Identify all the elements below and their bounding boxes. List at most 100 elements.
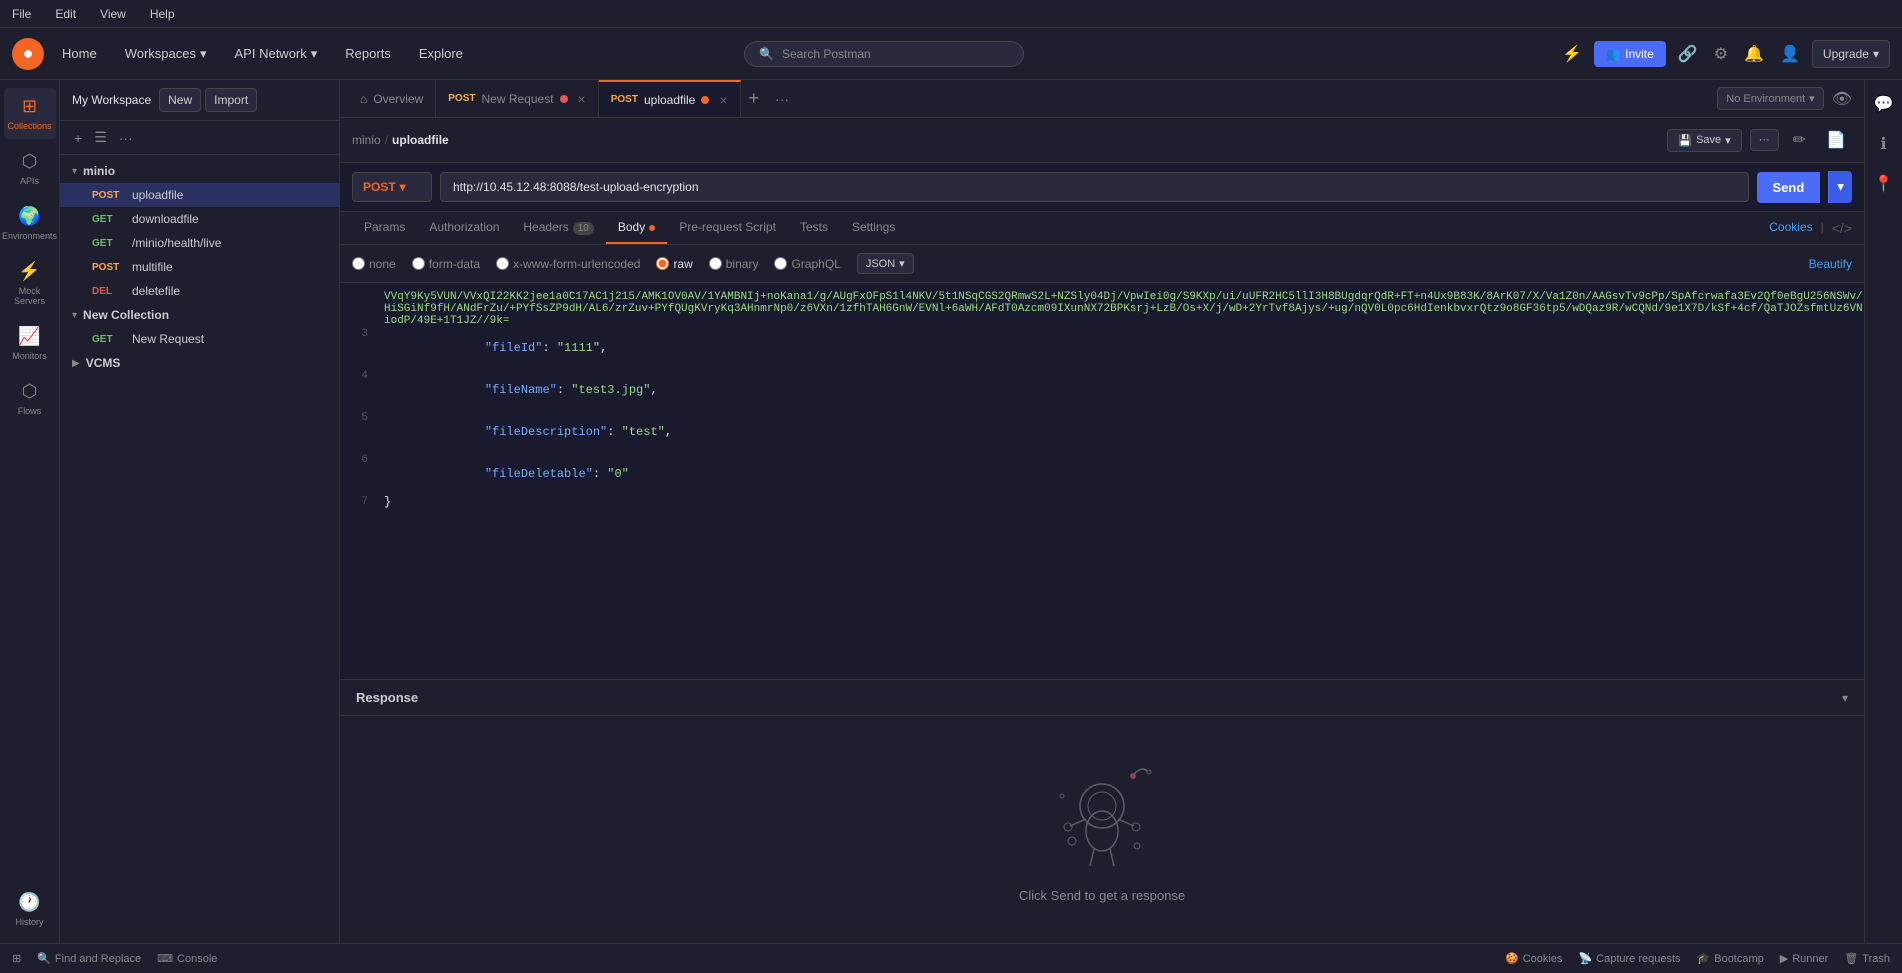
sidebar-item-collections[interactable]: ⊞ Collections [4, 88, 56, 139]
invite-button[interactable]: 👥 Invite [1594, 41, 1666, 67]
add-collection-button[interactable]: + [72, 128, 84, 148]
sort-button[interactable]: ☰ [92, 127, 109, 148]
option-urlencoded[interactable]: x-www-form-urlencoded [496, 257, 640, 271]
tab-tests[interactable]: Tests [788, 212, 840, 244]
main-content: ⌂ Overview POST New Request × POST uploa… [340, 80, 1864, 943]
bootcamp-button[interactable]: 🎓 Bootcamp [1697, 952, 1764, 965]
collection-name: minio [83, 164, 115, 178]
method-selector[interactable]: POST ▾ [352, 172, 432, 202]
more-options-button[interactable]: ··· [117, 128, 135, 148]
console-button[interactable]: ⌨ Console [157, 952, 217, 965]
option-form-data[interactable]: form-data [412, 257, 480, 271]
option-raw[interactable]: raw [656, 257, 692, 271]
line-number: 7 [340, 495, 380, 513]
tab-close-button[interactable]: × [578, 91, 586, 107]
sidebar-item-apis[interactable]: ⬡ APIs [4, 143, 56, 194]
nav-home[interactable]: Home [52, 40, 107, 67]
comment-icon[interactable]: 💬 [1868, 88, 1900, 120]
more-tabs-button[interactable]: ··· [767, 91, 797, 107]
option-none[interactable]: none [352, 257, 396, 271]
info-icon[interactable]: ℹ [1874, 128, 1892, 160]
tab-uploadfile[interactable]: POST uploadfile × [599, 80, 741, 118]
find-replace-button[interactable]: 🔍 Find and Replace [37, 952, 141, 965]
response-header[interactable]: Response ▾ [340, 680, 1864, 716]
layout-icon[interactable]: ⊞ [12, 952, 21, 965]
request-downloadfile[interactable]: GET downloadfile [60, 207, 339, 231]
upgrade-button[interactable]: Upgrade ▾ [1812, 40, 1890, 68]
collection-minio-header[interactable]: ▾ minio [60, 159, 339, 183]
trash-button[interactable]: 🗑 Trash [1844, 952, 1890, 965]
send-button[interactable]: Send [1757, 172, 1821, 203]
request-deletefile[interactable]: DEL deletefile [60, 279, 339, 303]
sidebar-item-monitors[interactable]: 📈 Monitors [4, 318, 56, 369]
nav-api-network[interactable]: API Network ▾ [225, 40, 328, 68]
option-graphql[interactable]: GraphQL [774, 257, 840, 271]
request-multifile[interactable]: POST multifile [60, 255, 339, 279]
env-eye-icon[interactable]: 👁 [1828, 85, 1856, 113]
sidebar-item-mock-servers[interactable]: ⚡ Mock Servers [4, 253, 56, 314]
sidebar-item-history[interactable]: 🕐 History [4, 884, 56, 935]
sync-icon[interactable]: 🔗 [1674, 40, 1702, 68]
save-button[interactable]: 💾 Save ▾ [1667, 129, 1741, 152]
chevron-down-icon: ▾ [1873, 47, 1879, 61]
option-binary[interactable]: binary [709, 257, 759, 271]
tab-settings[interactable]: Settings [840, 212, 907, 244]
tab-headers[interactable]: Headers10 [511, 212, 605, 244]
nav-explore[interactable]: Explore [409, 40, 473, 67]
sidebar-item-flows[interactable]: ⬡ Flows [4, 373, 56, 424]
body-options: none form-data x-www-form-urlencoded raw… [340, 245, 1864, 283]
cookies-button[interactable]: 🍪 Cookies [1505, 952, 1562, 965]
tab-close-button[interactable]: × [719, 92, 727, 108]
sidebar-item-environments[interactable]: 🌍 Environments [4, 198, 56, 249]
location-icon[interactable]: 📍 [1868, 168, 1900, 200]
tab-authorization[interactable]: Authorization [417, 212, 511, 244]
edit-icon[interactable]: ✏ [1787, 124, 1812, 156]
mock-icon: ⚡ [18, 261, 40, 282]
request-health[interactable]: GET /minio/health/live [60, 231, 339, 255]
collection-name: New Collection [83, 308, 169, 322]
chevron-down-icon: ▾ [200, 46, 207, 62]
find-replace-label: Find and Replace [55, 953, 141, 965]
collection-vcms-header[interactable]: ▶ VCMS [60, 351, 339, 375]
request-uploadfile[interactable]: POST uploadfile [60, 183, 339, 207]
history-icon: 🕐 [18, 892, 40, 913]
request-new[interactable]: GET New Request [60, 327, 339, 351]
url-input[interactable] [440, 172, 1749, 202]
env-dropdown[interactable]: No Environment ▾ [1717, 87, 1823, 110]
settings-icon[interactable]: ⚙ [1710, 40, 1732, 68]
tab-overview[interactable]: ⌂ Overview [348, 80, 436, 118]
import-button[interactable]: Import [205, 88, 257, 112]
runner-button[interactable]: ▶ Runner [1780, 952, 1829, 965]
tab-pre-request-script[interactable]: Pre-request Script [667, 212, 788, 244]
notifications-icon[interactable]: 🔔 [1740, 40, 1768, 68]
json-label: JSON [866, 258, 895, 270]
json-type-selector[interactable]: JSON ▾ [857, 253, 914, 274]
more-options-button[interactable]: ··· [1750, 129, 1779, 151]
menu-help[interactable]: Help [146, 5, 179, 23]
code-content[interactable]: VVqY9Ky5VUN/VVxQI22KK2jee1a0C17AC1j215/A… [340, 283, 1864, 679]
capture-button[interactable]: 📡 Capture requests [1578, 952, 1680, 965]
runner-icon[interactable]: ⚡ [1558, 40, 1586, 68]
code-view-icon[interactable]: </> [1832, 220, 1852, 236]
nav-workspaces[interactable]: Workspaces ▾ [115, 40, 217, 68]
menu-file[interactable]: File [8, 5, 35, 23]
collection-new-header[interactable]: ▾ New Collection [60, 303, 339, 327]
tab-params[interactable]: Params [352, 212, 417, 244]
avatar[interactable]: 👤 [1776, 40, 1804, 68]
tab-new-request[interactable]: POST New Request × [436, 80, 598, 118]
search-bar[interactable]: 🔍 Search Postman [744, 41, 1024, 67]
tab-body[interactable]: Body [606, 212, 667, 244]
menu-edit[interactable]: Edit [51, 5, 80, 23]
method-badge: GET [92, 214, 124, 225]
add-tab-button[interactable]: + [741, 88, 768, 109]
new-button[interactable]: New [159, 88, 201, 112]
nav-reports[interactable]: Reports [335, 40, 401, 67]
menu-view[interactable]: View [96, 5, 130, 23]
cookies-link[interactable]: Cookies [1769, 220, 1812, 236]
doc-icon[interactable]: 📄 [1820, 124, 1852, 156]
code-editor[interactable]: VVqY9Ky5VUN/VVxQI22KK2jee1a0C17AC1j215/A… [340, 283, 1864, 679]
beautify-button[interactable]: Beautify [1809, 257, 1852, 271]
capture-label: Capture requests [1596, 953, 1680, 965]
send-dropdown-button[interactable]: ▾ [1828, 171, 1852, 203]
chevron-right-icon: ▶ [72, 358, 80, 369]
